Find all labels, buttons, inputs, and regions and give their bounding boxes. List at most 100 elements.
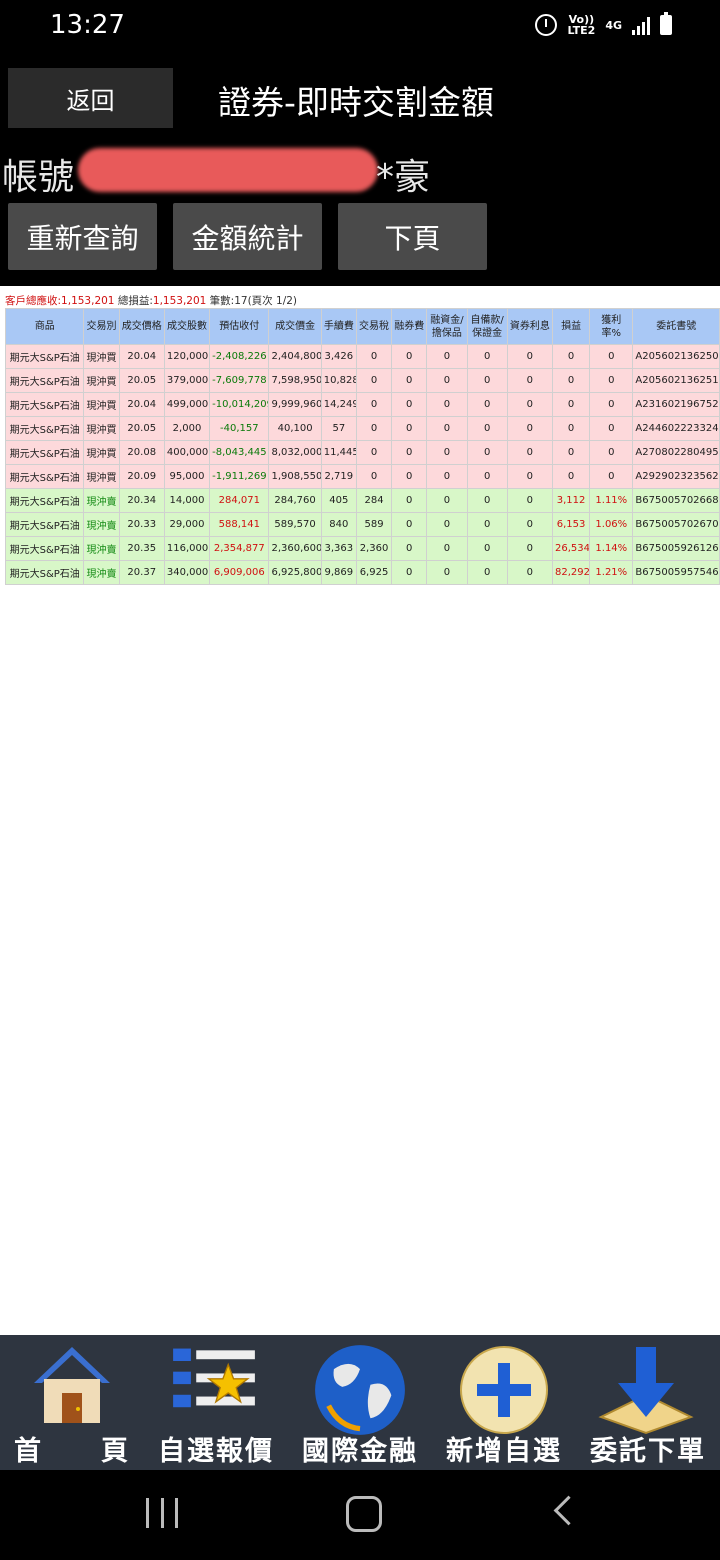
nav-add-watchlist[interactable]: 新增自選 (432, 1335, 576, 1470)
recent-apps-icon[interactable] (146, 1498, 178, 1528)
globe-icon (315, 1345, 405, 1435)
4g-icon: 4G (605, 18, 622, 32)
table-row[interactable]: 期元大S&P石油 現沖賣 20.34 14,000 284,071 284,760 405 2… (4, 488, 720, 513)
cell-order: A2056021362500 (632, 344, 720, 369)
table-row[interactable]: 期元大S&P石油 現沖賣 20.33 29,000 588,141 589,570 840 5… (4, 512, 720, 537)
summary-line: 客戶總應收:1,153,201 總損益:1,153,201 筆數:17(頁次 1… (5, 293, 297, 308)
cell-amount: 9,999,960 (268, 392, 322, 417)
back-icon[interactable] (553, 1495, 584, 1526)
table-row[interactable]: 期元大S&P石油 現沖買 20.04 499,000 -10,014,209 9,999,… (4, 392, 720, 417)
cell-amount: 589,570 (268, 512, 322, 537)
account-suffix: *豪 (376, 157, 431, 198)
next-page-button[interactable]: 下頁 (338, 203, 487, 270)
nav-order[interactable]: 委託下單 (576, 1335, 720, 1470)
cell-fee: 14,249 (320, 392, 357, 417)
cell-amount: 284,760 (268, 488, 322, 513)
cell-margin: 0 (426, 464, 468, 489)
cell-shares: 116,000 (163, 536, 211, 561)
cell-price: 20.37 (118, 560, 165, 585)
table-row[interactable]: 期元大S&P石油 現沖買 20.05 2,000 -40,157 40,100 57 0 0 0 0… (4, 416, 720, 441)
cell-short-fee: 0 (391, 416, 428, 441)
table-row[interactable]: 期元大S&P石油 現沖買 20.09 95,000 -1,911,269 1,908,55… (4, 464, 720, 489)
cell-tax: 0 (355, 344, 393, 369)
cell-price: 20.09 (118, 464, 165, 489)
table-row[interactable]: 期元大S&P石油 現沖買 20.04 120,000 -2,408,226 2,404,8… (4, 344, 720, 369)
column-header: 預估收付 (209, 308, 270, 345)
receivable-value: 1,153,201 (61, 295, 115, 307)
nav-international-label: 國際金融 (302, 1436, 418, 1467)
cell-pl: 0 (551, 368, 591, 393)
cell-margin: 0 (426, 416, 468, 441)
column-header: 成交股數 (163, 308, 211, 345)
cell-rate: 0 (589, 392, 634, 417)
cell-est: -7,609,778 (209, 368, 270, 393)
cell-pl: 26,534 (551, 536, 591, 561)
nav-add-watchlist-label: 新增自選 (446, 1436, 562, 1467)
cell-margin: 0 (426, 536, 468, 561)
cell-est: 284,071 (209, 488, 270, 513)
cell-est: 6,909,006 (209, 560, 270, 585)
cell-product: 期元大S&P石油 (4, 464, 85, 489)
cell-fee: 3,426 (320, 344, 357, 369)
cell-deposit: 0 (466, 416, 508, 441)
volte-icon: Vo)) LTE2 (567, 14, 595, 36)
clock: 13:27 (50, 10, 125, 40)
cell-price: 20.08 (118, 440, 165, 465)
cell-short-fee: 0 (391, 440, 428, 465)
cell-amount: 7,598,950 (268, 368, 322, 393)
alarm-icon (535, 14, 558, 36)
cell-product: 期元大S&P石油 (4, 392, 85, 417)
cell-type: 現沖賣 (83, 536, 120, 561)
cell-fee: 840 (320, 512, 357, 537)
cell-deposit: 0 (466, 464, 508, 489)
table-row[interactable]: 期元大S&P石油 現沖買 20.08 400,000 -8,043,445 8,032,0… (4, 440, 720, 465)
cell-type: 現沖賣 (83, 560, 120, 585)
cell-tax: 6,925 (355, 560, 393, 585)
cell-tax: 0 (355, 464, 393, 489)
cell-interest: 0 (506, 536, 553, 561)
amount-stats-button[interactable]: 金額統計 (173, 203, 322, 270)
back-button[interactable]: 返回 (8, 68, 173, 128)
cell-fee: 11,445 (320, 440, 357, 465)
cell-shares: 400,000 (163, 440, 211, 465)
watchlist-star-icon (173, 1348, 255, 1408)
cell-short-fee: 0 (391, 344, 428, 369)
table-header-row: 商品 交易別 成交價格 成交股數 預估收付 成交價金 手續費 交易稅 融券費 融資金/擔保品 自備款… (4, 308, 720, 345)
cell-type: 現沖買 (83, 392, 120, 417)
cell-deposit: 0 (466, 440, 508, 465)
nav-home-label: 首 頁 (14, 1436, 130, 1467)
home-circle-icon[interactable] (346, 1496, 382, 1532)
table-row[interactable]: 期元大S&P石油 現沖賣 20.35 116,000 2,354,877 2,360,60… (4, 536, 720, 561)
cell-order: B6750057026680 (632, 488, 720, 513)
nav-watchlist[interactable]: 自選報價 (144, 1335, 288, 1470)
nav-home[interactable]: 首 頁 (0, 1335, 144, 1470)
cell-type: 現沖賣 (83, 488, 120, 513)
column-header: 自備款/保證金 (466, 308, 508, 345)
cell-margin: 0 (426, 368, 468, 393)
column-header: 成交價金 (268, 308, 322, 345)
account-row: 帳號 *豪 (0, 144, 720, 198)
bottom-nav: 首 頁 自選報價 國際金融 新增自選 委託下單 (0, 1335, 720, 1470)
nav-international[interactable]: 國際金融 (288, 1335, 432, 1470)
status-icons: Vo)) LTE2 4G (535, 12, 672, 36)
cell-deposit: 0 (466, 488, 508, 513)
cell-amount: 2,360,600 (268, 536, 322, 561)
cell-est: -8,043,445 (209, 440, 270, 465)
cell-price: 20.35 (118, 536, 165, 561)
column-header: 成交價格 (118, 308, 165, 345)
account-redaction (78, 148, 378, 192)
table-row[interactable]: 期元大S&P石油 現沖買 20.05 379,000 -7,609,778 7,598,9… (4, 368, 720, 393)
cell-rate: 0 (589, 368, 634, 393)
cell-short-fee: 0 (391, 488, 428, 513)
cell-order: B6750059575460 (632, 560, 720, 585)
cell-rate: 1.06% (589, 512, 634, 537)
requery-button[interactable]: 重新查詢 (8, 203, 157, 270)
cell-interest: 0 (506, 464, 553, 489)
table-row[interactable]: 期元大S&P石油 現沖賣 20.37 340,000 6,909,006 6,925,80… (4, 560, 720, 585)
cell-fee: 57 (320, 416, 357, 441)
cell-deposit: 0 (466, 344, 508, 369)
cell-pl: 0 (551, 344, 591, 369)
cell-margin: 0 (426, 488, 468, 513)
table-body: 期元大S&P石油 現沖買 20.04 120,000 -2,408,226 2,404,8… (4, 344, 720, 585)
cell-product: 期元大S&P石油 (4, 536, 85, 561)
